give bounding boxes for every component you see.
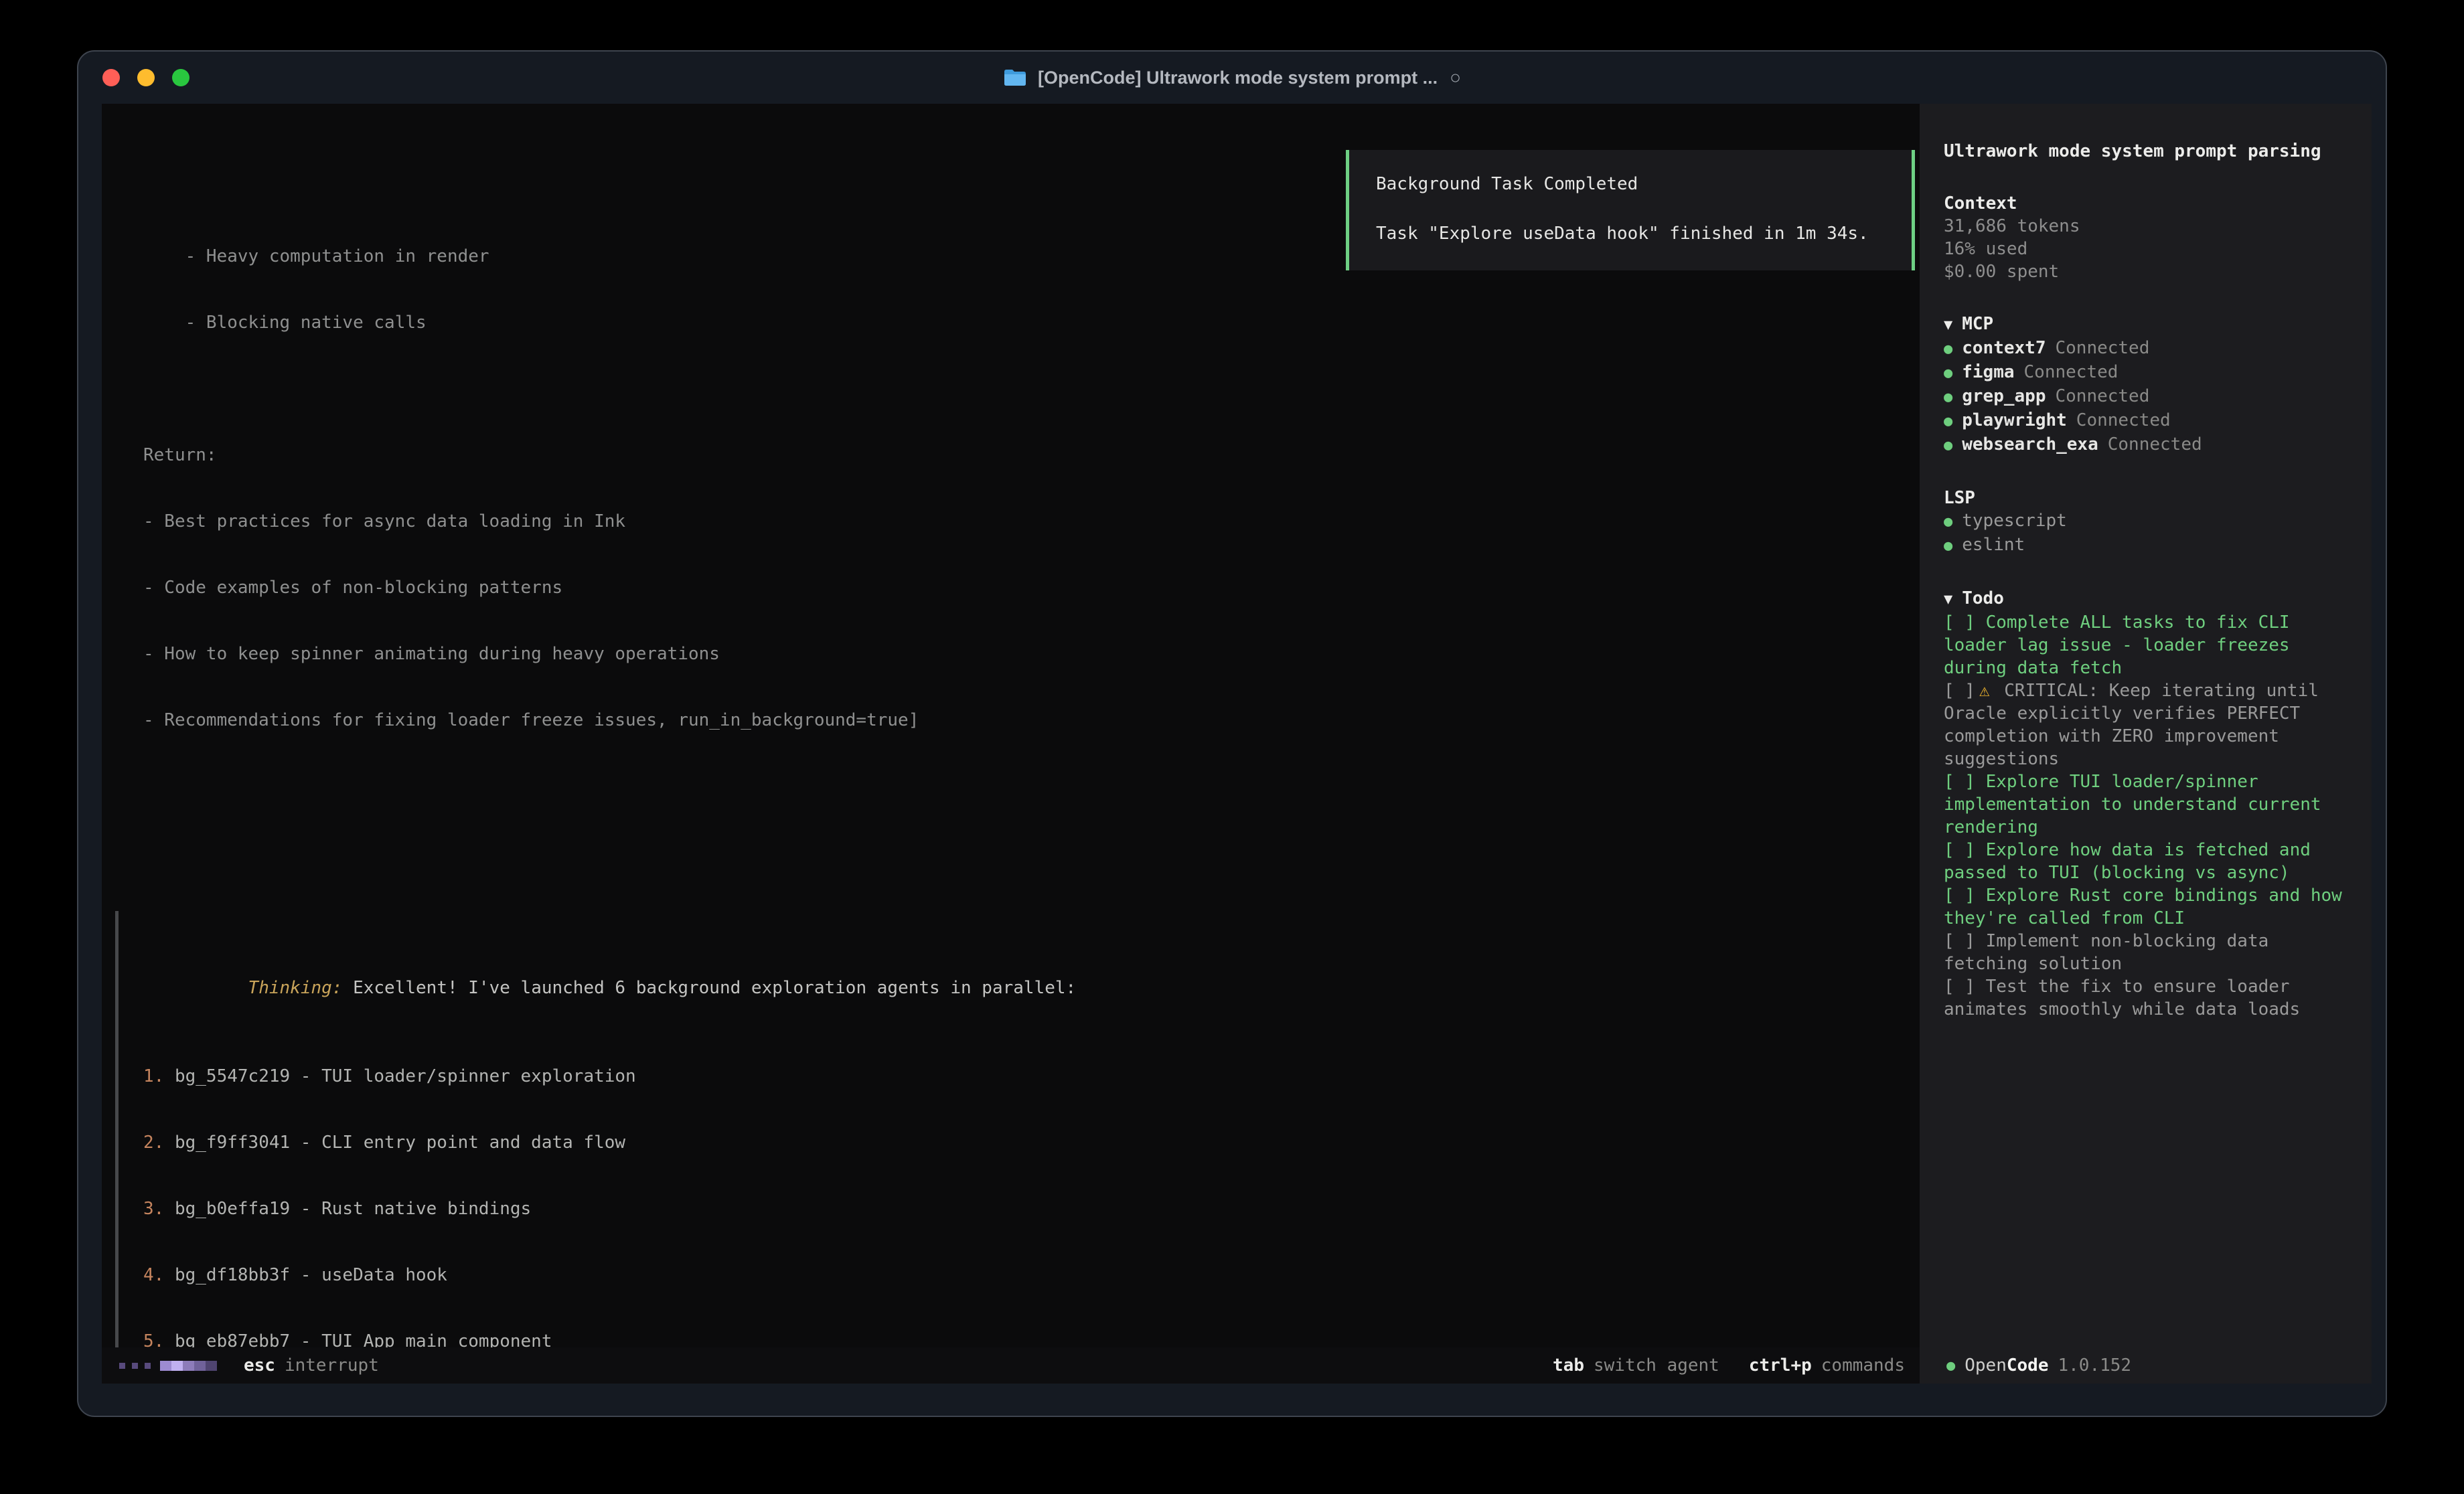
status-dot-icon: ● [1946, 1357, 1955, 1374]
thinking-list-item: 4. bg_df18bb3f - useData hook [143, 1264, 1906, 1286]
mcp-item: ●figmaConnected [1944, 361, 2361, 385]
context-spent: $0.00 spent [1944, 260, 2361, 283]
context-heading: Context [1944, 192, 2361, 215]
lsp-item: ●typescript [1944, 509, 2361, 533]
terminal-main-panel: - Heavy computation in render - Blocking… [102, 104, 1920, 1384]
status-dot-icon: ● [1944, 511, 1952, 533]
thinking-list-item: 2. bg_f9ff3041 - CLI entry point and dat… [143, 1132, 1906, 1154]
status-dot-icon: ● [1944, 434, 1952, 457]
app-version-footer: ● OpenCode 1.0.152 [1920, 1347, 2131, 1384]
mcp-item: ●websearch_exaConnected [1944, 433, 2361, 457]
mcp-item: ●grep_appConnected [1944, 385, 2361, 409]
notification-toast[interactable]: Background Task Completed Task "Explore … [1346, 150, 1915, 270]
traffic-lights [102, 69, 189, 86]
tab-key-hint: tab [1553, 1355, 1584, 1376]
todo-list: [ ] Complete ALL tasks to fix CLI loader… [1944, 611, 2361, 1021]
thinking-list-item: 1. bg_5547c219 - TUI loader/spinner expl… [143, 1066, 1906, 1088]
context-tokens: 31,686 tokens [1944, 215, 2361, 238]
lsp-item: ●eslint [1944, 533, 2361, 558]
todo-item: [ ] Complete ALL tasks to fix CLI loader… [1944, 611, 2361, 679]
todo-item: [ ] Explore Rust core bindings and how t… [1944, 884, 2361, 930]
window-title: [OpenCode] Ultrawork mode system prompt … [1038, 68, 1438, 88]
chevron-down-icon[interactable]: ▼ [1944, 317, 1952, 333]
status-dot-icon: ● [1944, 386, 1952, 409]
toast-title: Background Task Completed [1376, 174, 1912, 194]
minimize-window-button[interactable] [137, 69, 155, 86]
status-dot-icon: ● [1944, 410, 1952, 433]
todo-section-header[interactable]: ▼Todo [1944, 587, 2361, 611]
status-dot-icon: ● [1944, 362, 1952, 385]
status-dot-icon: ● [1944, 338, 1952, 361]
titlebar: [OpenCode] Ultrawork mode system prompt … [78, 52, 2386, 104]
zoom-window-button[interactable] [172, 69, 189, 86]
mcp-item: ●playwrightConnected [1944, 409, 2361, 433]
close-window-button[interactable] [102, 69, 120, 86]
thinking-block: Thinking: Excellent! I've launched 6 bac… [115, 911, 1906, 1384]
status-bar: esc interrupt tab switch agent ctrl+p co… [102, 1347, 1920, 1384]
esc-key-action: interrupt [285, 1355, 379, 1376]
mcp-item: ●context7Connected [1944, 337, 2361, 361]
brand-name: Open [1965, 1355, 2007, 1376]
warning-icon: ⚠ [1979, 681, 1990, 701]
todo-item: [ ] Explore how data is fetched and pass… [1944, 839, 2361, 884]
tab-key-action: switch agent [1594, 1355, 1719, 1376]
todo-item: [ ] Implement non-blocking data fetching… [1944, 930, 2361, 975]
ctrlp-key-action: commands [1821, 1355, 1905, 1376]
todo-item: [ ] Test the fix to ensure loader animat… [1944, 975, 2361, 1021]
tool-result-text: - Heavy computation in render - Blocking… [143, 201, 1906, 776]
todo-item: [ ]⚠ CRITICAL: Keep iterating until Orac… [1944, 679, 2361, 770]
thinking-list-item: 3. bg_b0effa19 - Rust native bindings [143, 1198, 1906, 1220]
session-sidebar: Ultrawork mode system prompt parsing Con… [1920, 104, 2372, 1384]
spinner-dots-icon [119, 1363, 151, 1369]
todo-item: [ ] Explore TUI loader/spinner implement… [1944, 770, 2361, 839]
app-version: 1.0.152 [2058, 1355, 2132, 1376]
ctrlp-key-hint: ctrl+p [1749, 1355, 1812, 1376]
context-used: 16% used [1944, 238, 2361, 260]
status-dot-icon: ● [1944, 535, 1952, 558]
folder-icon [1003, 68, 1027, 87]
session-title: Ultrawork mode system prompt parsing [1944, 140, 2361, 163]
app-window: [OpenCode] Ultrawork mode system prompt … [77, 50, 2387, 1417]
message-scrollback: - Heavy computation in render - Blocking… [102, 104, 1920, 1384]
toast-body: Task "Explore useData hook" finished in … [1376, 224, 1912, 244]
mcp-section-header[interactable]: ▼MCP [1944, 313, 2361, 337]
esc-key-hint: esc [244, 1355, 275, 1376]
lsp-heading: LSP [1944, 487, 2361, 509]
chevron-down-icon[interactable]: ▼ [1944, 591, 1952, 608]
progress-spinner-icon [160, 1361, 217, 1371]
window-title-status-icon: ○ [1450, 67, 1461, 88]
thinking-label: Thinking: [248, 978, 343, 998]
